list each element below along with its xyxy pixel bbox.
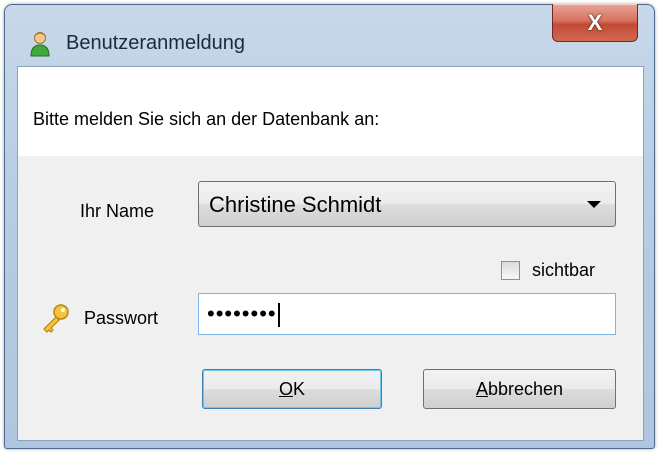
user-icon [30, 32, 50, 57]
cancel-accelerator: A [475, 378, 488, 399]
login-dialog: Benutzeranmeldung X Bitte melden Sie sic… [4, 4, 655, 449]
visible-checkbox[interactable] [501, 261, 520, 280]
visible-checkbox-label[interactable]: sichtbar [532, 260, 595, 281]
password-label: Passwort [84, 308, 159, 328]
password-field[interactable]: •••••••• [198, 293, 616, 335]
text-caret [277, 303, 280, 328]
cancel-label-rest: bbrechen [487, 378, 564, 399]
ok-label-rest: K [293, 378, 306, 399]
title-bar[interactable]: Benutzeranmeldung X [5, 4, 654, 61]
name-dropdown-value: Christine Schmidt [209, 192, 382, 217]
name-dropdown[interactable]: Christine Schmidt [198, 181, 616, 227]
name-label: Ihr Name [80, 201, 155, 221]
instruction-panel: Bitte melden Sie sich an der Datenbank a… [18, 67, 643, 156]
close-button[interactable]: X [552, 4, 638, 42]
close-icon: X [587, 9, 603, 35]
chevron-down-icon[interactable] [587, 201, 601, 208]
window-title: Benutzeranmeldung [66, 32, 246, 54]
ok-button[interactable]: OK [202, 369, 382, 409]
ok-accelerator: O [278, 378, 293, 399]
password-value: •••••••• [207, 301, 277, 326]
dialog-body: Bitte melden Sie sich an der Datenbank a… [17, 66, 644, 441]
key-icon [43, 304, 69, 333]
instruction-text: Bitte melden Sie sich an der Datenbank a… [33, 109, 380, 129]
cancel-button[interactable]: Abbrechen [423, 369, 616, 409]
